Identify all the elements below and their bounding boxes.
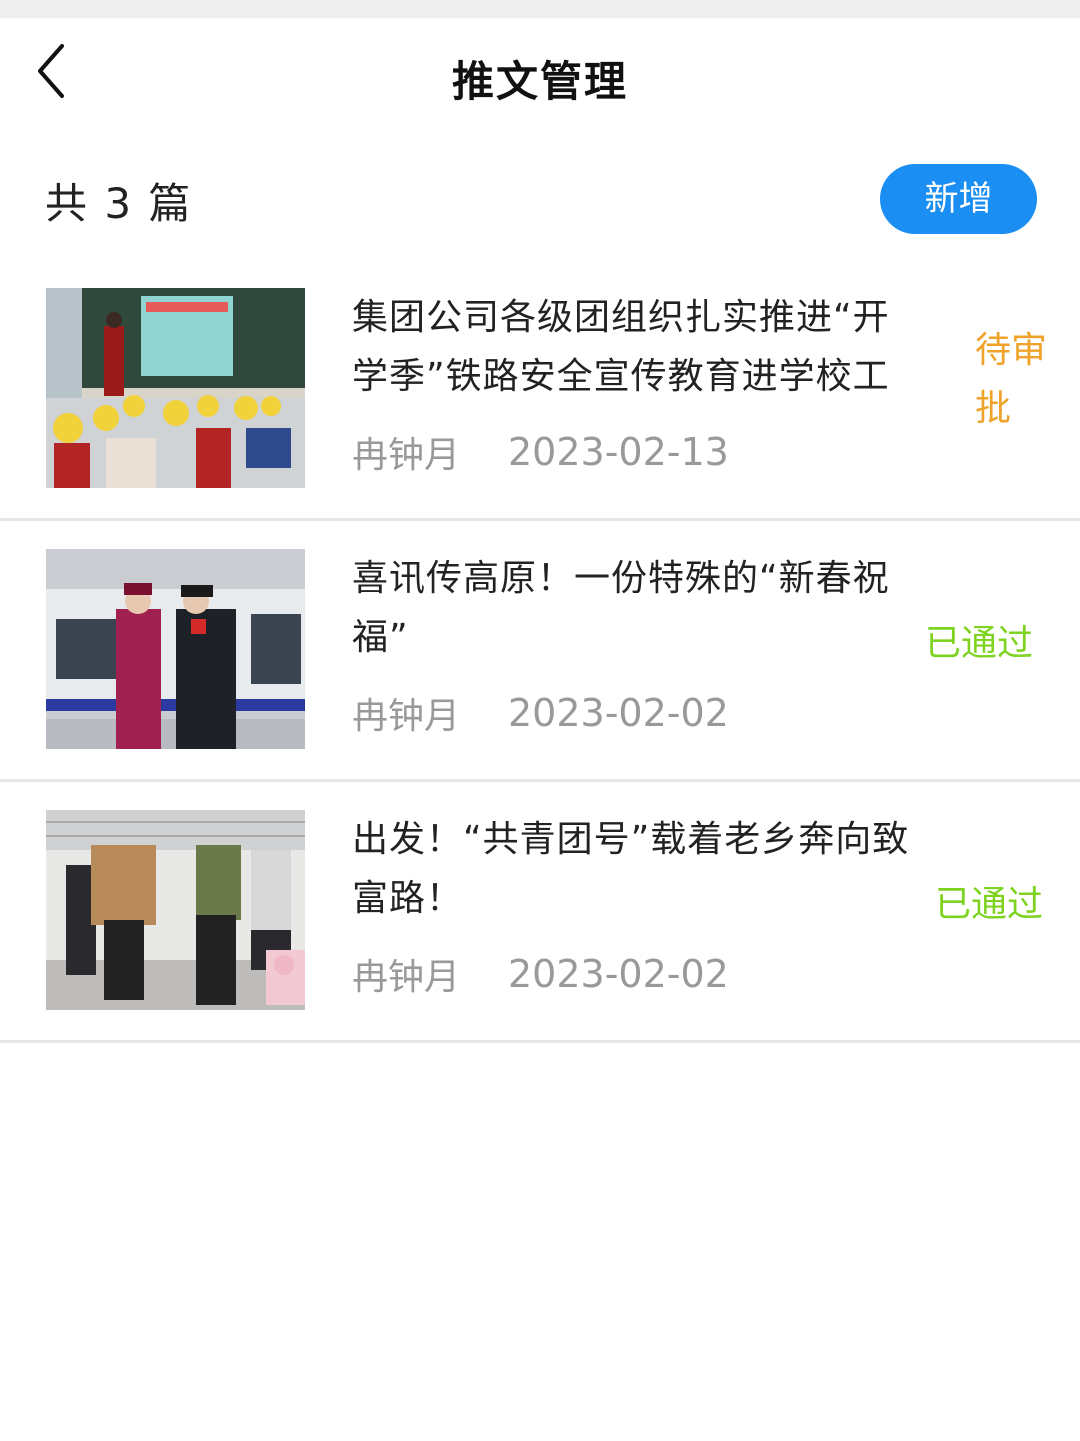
article-title: 出发！“共青团号”载着老乡奔向致富路！ (352, 819, 910, 919)
header: 推文管理 (0, 18, 1080, 133)
status-badge: 已通过 (925, 623, 1034, 664)
article-date: 2023-02-02 (508, 691, 729, 735)
article-thumbnail (46, 549, 305, 749)
add-button[interactable]: 新增 (880, 164, 1037, 234)
article-thumbnail (46, 810, 305, 1010)
article-title: 喜讯传高原！一份特殊的“新春祝福” (352, 558, 890, 658)
article-author: 冉钟月 (352, 435, 461, 476)
article-date: 2023-02-02 (508, 952, 729, 996)
page-title: 推文管理 (451, 57, 628, 106)
list-item[interactable]: 出发！“共青团号”载着老乡奔向致富路！ 冉钟月 2023-02-02 已通过 (0, 782, 1080, 1043)
article-title: 集团公司各级团组织扎实推进“开学季”铁路安全宣传教育进学校工 (352, 297, 890, 397)
article-date: 2023-02-13 (508, 430, 729, 474)
article-count: 共 3 篇 (45, 179, 193, 228)
status-bar (0, 0, 1080, 18)
list-item[interactable]: 喜讯传高原！一份特殊的“新春祝福” 冉钟月 2023-02-02 已通过 (0, 521, 1080, 782)
status-badge: 待审批 (975, 330, 1048, 429)
article-thumbnail (46, 288, 305, 488)
list-item[interactable]: 集团公司各级团组织扎实推进“开学季”铁路安全宣传教育进学校工 冉钟月 2023-… (0, 260, 1080, 521)
article-author: 冉钟月 (352, 696, 461, 737)
status-badge: 已通过 (935, 884, 1044, 925)
article-author: 冉钟月 (352, 957, 461, 998)
article-list: 集团公司各级团组织扎实推进“开学季”铁路安全宣传教育进学校工 冉钟月 2023-… (0, 260, 1080, 1043)
